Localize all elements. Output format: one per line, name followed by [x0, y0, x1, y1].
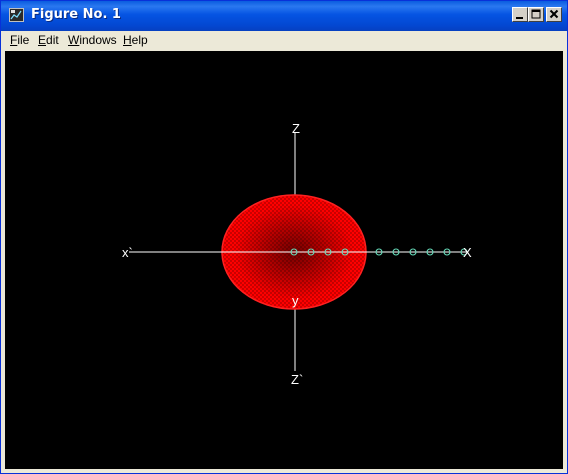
- menu-file[interactable]: File: [10, 33, 29, 47]
- menu-windows-rest: indows: [79, 33, 117, 47]
- x-right-label: X: [463, 245, 472, 260]
- close-button[interactable]: [546, 7, 562, 22]
- menu-help-rest: elp: [131, 33, 148, 47]
- z-top-label: Z: [292, 121, 300, 136]
- maximize-button[interactable]: [528, 7, 544, 22]
- close-icon: [549, 9, 559, 19]
- menu-bar: File Edit Windows Help: [1, 31, 567, 50]
- menu-windows[interactable]: Windows: [68, 33, 117, 47]
- plot-3d: Z Z` x` X y: [122, 121, 472, 387]
- menu-file-rest: ile: [17, 33, 30, 47]
- menu-edit[interactable]: Edit: [38, 33, 59, 47]
- menu-edit-mnemonic: E: [38, 33, 47, 47]
- z-bottom-label: Z`: [291, 372, 303, 387]
- menu-help-mnemonic: H: [123, 33, 132, 47]
- minimize-icon: [516, 17, 523, 19]
- figure-window: Figure No. 1 File Edit Windows Help Z Z`…: [0, 0, 568, 474]
- maximize-icon: [531, 9, 541, 19]
- figure-app-icon[interactable]: [9, 8, 24, 22]
- plot-canvas[interactable]: Z Z` x` X y: [5, 51, 563, 469]
- x-left-label: x`: [122, 245, 133, 260]
- menu-windows-mnemonic: W: [68, 33, 80, 47]
- y-axis-label: y: [292, 293, 299, 308]
- minimize-button[interactable]: [512, 7, 528, 22]
- window-title: Figure No. 1: [31, 7, 121, 22]
- menu-help[interactable]: Help: [123, 33, 148, 47]
- title-bar[interactable]: Figure No. 1: [1, 1, 567, 31]
- menu-edit-rest: dit: [46, 33, 59, 47]
